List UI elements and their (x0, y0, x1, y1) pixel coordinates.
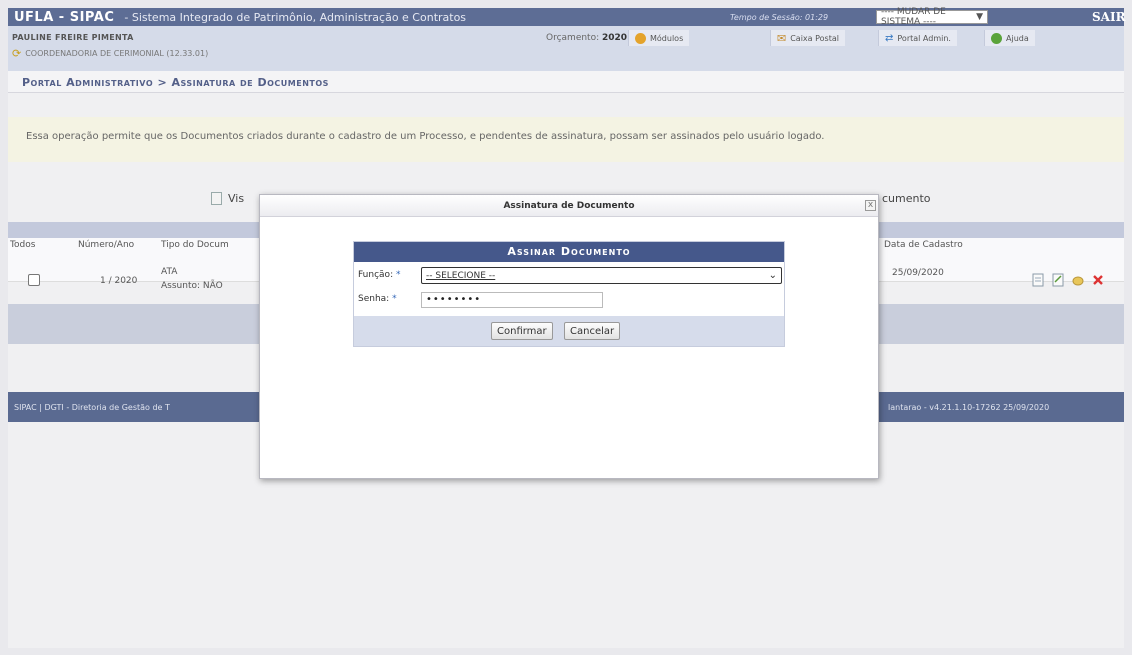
unit-switch-icon: ⟳ (12, 47, 22, 60)
breadcrumb-text: Portal Administrativo > Assinatura de Do… (22, 76, 329, 89)
col-reg-date: Data de Cadastro (884, 240, 963, 250)
row-number: 1 / 2020 (100, 276, 138, 286)
budget-label: Orçamento: (546, 33, 600, 43)
col-number-year: Número/Ano (78, 240, 135, 250)
password-label-text: Senha: (358, 294, 390, 304)
row-type: ATA (161, 267, 178, 277)
cancel-button[interactable]: Cancelar (564, 322, 621, 340)
help-label: Ajuda (1006, 33, 1029, 43)
change-system-select[interactable]: ---- MUDAR DE SISTEMA ---- ▼ (876, 7, 988, 27)
help-button[interactable]: Ajuda (984, 30, 1035, 46)
app-brand: UFLA - SIPAC (14, 9, 115, 25)
modules-button[interactable]: Módulos (628, 30, 690, 46)
info-box: Essa operação permite que os Documentos … (8, 117, 1124, 162)
required-marker: * (395, 270, 401, 280)
function-label-text: Função: (358, 270, 394, 280)
form-title: Assinar Documento (354, 242, 784, 262)
col-all[interactable]: Todos (10, 240, 35, 250)
modules-label: Módulos (650, 33, 684, 43)
function-label: Função: * (358, 270, 400, 280)
breadcrumb: Portal Administrativo > Assinatura de Do… (8, 71, 1124, 93)
document-icon (211, 192, 222, 205)
modules-icon (635, 32, 646, 44)
row-subject: Assunto: NÃO (161, 281, 223, 291)
chevron-down-icon: ▼ (976, 12, 983, 22)
admin-portal-label: Portal Admin. (897, 33, 951, 43)
mailbox-icon: ✉ (777, 31, 787, 45)
mailbox-label: Caixa Postal (790, 33, 839, 43)
chevron-down-icon: ⌄ (768, 270, 777, 281)
app-subtitle: - Sistema Integrado de Patrimônio, Admin… (124, 10, 467, 24)
footer-left: SIPAC | DGTI - Diretoria de Gestão de T (14, 403, 170, 412)
password-input[interactable]: •••••••• (421, 292, 603, 308)
required-marker: * (392, 294, 397, 304)
budget-value: 2020 (602, 33, 628, 43)
mailbox-button[interactable]: ✉ Caixa Postal (770, 30, 845, 46)
sign-form: Assinar Documento Função: * -- SELECIONE… (353, 241, 785, 347)
admin-portal-icon: ⇄ (885, 32, 894, 44)
function-select[interactable]: -- SELECIONE -- ⌄ (421, 267, 782, 284)
edit-document-icon[interactable] (1052, 273, 1064, 287)
sign-document-icon[interactable] (1072, 273, 1084, 286)
help-icon (991, 32, 1002, 44)
footer-right: lantarao - v4.21.1.10-17262 25/09/2020 (888, 403, 1050, 412)
unit-label: COORDENADORIA DE CERIMONIAL (12.33.01) (25, 49, 209, 58)
change-system-label: ---- MUDAR DE SISTEMA ---- (881, 7, 946, 27)
delete-icon[interactable] (1092, 273, 1104, 286)
form-buttons: Confirmar Cancelar (354, 316, 784, 346)
col-doc-type: Tipo do Docum (161, 240, 229, 250)
row-date: 25/09/2020 (892, 268, 944, 278)
view-document-icon[interactable] (1032, 273, 1044, 287)
close-icon[interactable]: x (865, 200, 876, 211)
info-text: Essa operação permite que os Documentos … (26, 131, 825, 142)
session-timer: Tempo de Sessão: 01:29 (730, 12, 829, 22)
document-tab-label[interactable]: cumento (882, 192, 931, 205)
function-select-value: -- SELECIONE -- (426, 270, 496, 281)
user-unit[interactable]: ⟳ COORDENADORIA DE CERIMONIAL (12.33.01) (12, 47, 208, 60)
signature-modal: Assinatura de Documento x Assinar Docume… (259, 194, 879, 479)
exit-button[interactable]: SAIR (1092, 10, 1126, 24)
user-bar: PAULINE FREIRE PIMENTA ⟳ COORDENADORIA D… (8, 26, 1124, 71)
row-checkbox[interactable] (28, 274, 40, 286)
password-label: Senha: * (358, 294, 397, 304)
admin-portal-button[interactable]: ⇄ Portal Admin. (878, 30, 957, 46)
top-header: UFLA - SIPAC - Sistema Integrado de Patr… (8, 7, 1126, 27)
confirm-button[interactable]: Confirmar (491, 322, 553, 340)
budget-year: Orçamento: 2020 (546, 33, 627, 43)
modal-header: Assinatura de Documento x (260, 195, 878, 217)
user-name: PAULINE FREIRE PIMENTA (12, 33, 134, 42)
view-tab-label: Vis (228, 192, 245, 205)
view-tab[interactable]: Vis (211, 192, 244, 205)
modal-title: Assinatura de Documento (503, 201, 635, 211)
